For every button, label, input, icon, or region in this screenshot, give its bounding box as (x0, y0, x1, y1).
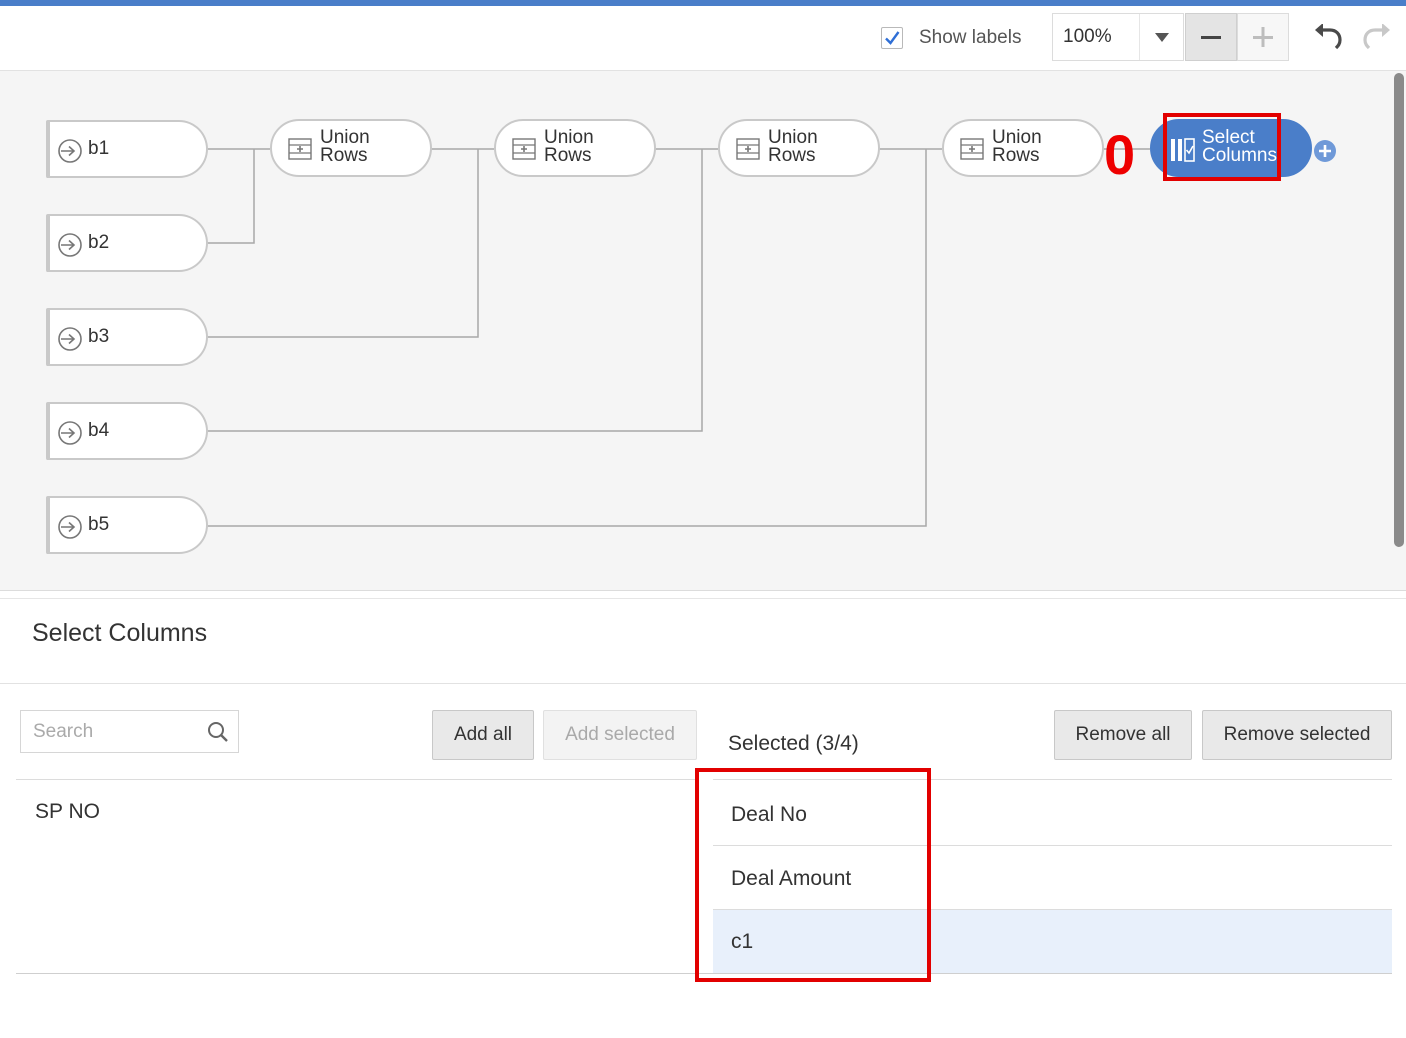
selected-count-label: Selected (3/4) (728, 732, 859, 755)
input-source-icon (58, 233, 82, 257)
source-node-label: b3 (88, 326, 110, 347)
remove-all-button[interactable]: Remove all (1054, 710, 1192, 760)
add-selected-button[interactable]: Add selected (543, 710, 697, 760)
show-labels-label[interactable]: Show labels (919, 27, 1021, 49)
column-search[interactable] (20, 710, 239, 753)
canvas-scrollbar[interactable] (1394, 73, 1404, 547)
union-rows-node-1[interactable]: Union Rows (270, 119, 432, 177)
check-icon (885, 31, 900, 45)
zoom-out-button[interactable] (1185, 13, 1237, 61)
input-source-icon (58, 515, 82, 539)
input-source-icon (58, 421, 82, 445)
zoom-in-button[interactable] (1237, 13, 1289, 61)
toolbar: Show labels 100% (0, 6, 1406, 71)
remove-selected-button[interactable]: Remove selected (1202, 710, 1392, 760)
show-labels-checkbox[interactable] (881, 27, 903, 49)
union-rows-icon (288, 138, 312, 160)
source-node-label: b5 (88, 514, 110, 535)
union-rows-icon (736, 138, 760, 160)
available-list-divider (16, 779, 696, 780)
panel-title: Select Columns (32, 619, 208, 647)
highlight-box-select-node (1163, 113, 1281, 181)
zoom-select[interactable]: 100% (1052, 13, 1184, 61)
union-rows-icon (512, 138, 536, 160)
panel-header: Select Columns (0, 598, 1406, 684)
union-rows-node-4[interactable]: Union Rows (942, 119, 1104, 177)
add-step-icon[interactable] (1313, 139, 1337, 163)
source-node-label: b2 (88, 232, 110, 253)
union-rows-node-3[interactable]: Union Rows (718, 119, 880, 177)
source-node-label: b4 (88, 420, 110, 441)
zoom-dropdown-button[interactable] (1139, 14, 1184, 60)
source-node-b3[interactable]: b3 (46, 308, 208, 366)
input-source-icon (58, 327, 82, 351)
union-rows-label: Union Rows (768, 127, 818, 166)
undo-icon[interactable] (1313, 24, 1343, 50)
source-node-label: b1 (88, 138, 110, 159)
zoom-value: 100% (1063, 26, 1112, 47)
union-rows-label: Union Rows (320, 127, 370, 166)
search-icon[interactable] (207, 721, 229, 743)
plus-icon (1253, 27, 1273, 47)
annotation-zero: 0 (1104, 123, 1136, 186)
union-rows-icon (960, 138, 984, 160)
search-input[interactable] (33, 721, 203, 743)
flow-canvas[interactable]: b1 b2 b3 b4 b5 Union Rows Union Rows Uni… (0, 71, 1406, 591)
union-rows-label: Union Rows (992, 127, 1042, 166)
union-rows-label: Union Rows (544, 127, 594, 166)
union-rows-node-2[interactable]: Union Rows (494, 119, 656, 177)
redo-icon[interactable] (1362, 24, 1392, 50)
source-node-b1[interactable]: b1 (46, 120, 208, 178)
dropdown-arrow-icon (1155, 33, 1169, 42)
minus-icon (1201, 36, 1221, 39)
source-node-b2[interactable]: b2 (46, 214, 208, 272)
input-source-icon (58, 139, 82, 163)
add-all-button[interactable]: Add all (432, 710, 534, 760)
available-column-item[interactable]: SP NO (35, 800, 100, 824)
source-node-b4[interactable]: b4 (46, 402, 208, 460)
highlight-box-selected-columns (695, 768, 931, 982)
source-node-b5[interactable]: b5 (46, 496, 208, 554)
